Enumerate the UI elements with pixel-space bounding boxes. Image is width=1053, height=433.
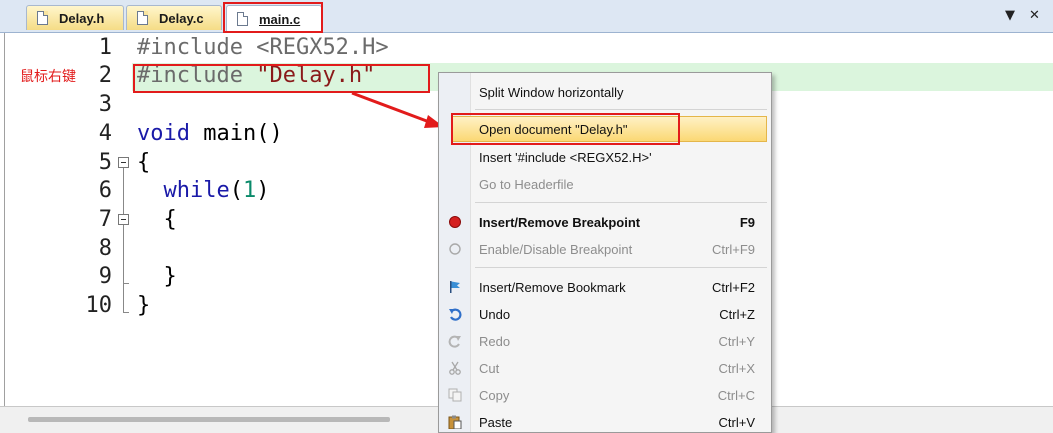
preprocessor-directive: #include [137, 35, 243, 60]
keyword: void [137, 121, 190, 146]
line-number: 6 [98, 178, 112, 203]
line-number: 4 [98, 121, 112, 146]
tab-delay-h[interactable]: Delay.h [26, 5, 124, 30]
open-document-highlight-box [451, 113, 680, 145]
menu-item-paste[interactable]: Paste Ctrl+V [439, 409, 771, 433]
function-signature: main() [189, 121, 283, 146]
menu-item-go-to-headerfile[interactable]: Go to Headerfile [439, 171, 771, 197]
fold-collapse-icon[interactable] [118, 214, 129, 225]
menu-item-shortcut: Ctrl+Z [719, 306, 755, 322]
context-menu: Split Window horizontally Open document … [438, 72, 772, 433]
scrollbar-thumb[interactable] [28, 417, 390, 422]
redo-icon [448, 335, 461, 348]
menu-item-label: Paste [479, 414, 513, 430]
line-number: 10 [85, 293, 113, 318]
paste-icon [448, 415, 462, 429]
number-literal: 1 [242, 178, 257, 203]
line-number: 5 [98, 150, 112, 175]
menu-item-shortcut: Ctrl+Y [718, 333, 755, 349]
undo-icon [449, 308, 462, 321]
include-argument: <REGX52.H> [242, 35, 389, 60]
menu-separator [475, 267, 767, 268]
menu-item-shortcut: Ctrl+F9 [712, 241, 755, 257]
menu-item-label: Insert '#include <REGX52.H>' [479, 149, 652, 165]
menu-item-label: Undo [479, 306, 511, 322]
line-number: 7 [98, 207, 112, 232]
menu-item-shortcut: Ctrl+X [718, 360, 755, 376]
tab-list-dropdown-icon[interactable]: ▼ [1005, 8, 1015, 23]
menu-item-label: Copy [479, 387, 510, 403]
tab-label: Delay.c [159, 10, 204, 26]
main-tab-highlight-box [223, 2, 323, 33]
code-line-10: } [137, 293, 151, 318]
code-line-4: void main() [137, 120, 283, 148]
line-number: 9 [98, 264, 112, 289]
fold-end-marker [123, 312, 129, 313]
code-line-5: { [137, 150, 151, 175]
menu-item-insert-remove-breakpoint[interactable]: Insert/Remove Breakpoint F9 [439, 209, 771, 235]
paren: ) [256, 178, 270, 203]
menu-separator [475, 202, 767, 203]
close-tab-icon[interactable]: ✕ [1029, 8, 1040, 23]
scissors-icon [449, 361, 461, 375]
line-number: 1 [98, 35, 112, 60]
menu-item-cut[interactable]: Cut Ctrl+X [439, 355, 771, 381]
keyword: while [137, 178, 230, 203]
line-number: 2 [98, 63, 112, 88]
menu-item-shortcut: Ctrl+V [718, 414, 755, 430]
menu-item-insert-include[interactable]: Insert '#include <REGX52.H>' [439, 144, 771, 170]
code-line-9: } [137, 264, 177, 289]
fold-end-marker [123, 283, 129, 284]
menu-item-label: Cut [479, 360, 500, 376]
paren: ( [229, 178, 243, 203]
breakpoint-icon [449, 216, 461, 228]
code-line-7: { [137, 207, 177, 232]
line-number: 3 [98, 92, 112, 117]
menu-item-label: Enable/Disable Breakpoint [479, 241, 633, 257]
include-line-highlight-box [133, 64, 430, 93]
menu-item-shortcut: Ctrl+C [717, 387, 755, 403]
menu-item-split-window[interactable]: Split Window horizontally [439, 79, 771, 105]
menu-item-label: Redo [479, 333, 511, 349]
code-line-6: while(1) [137, 177, 269, 205]
fold-collapse-icon[interactable] [118, 157, 129, 168]
menu-item-copy[interactable]: Copy Ctrl+C [439, 382, 771, 408]
menu-item-shortcut: F9 [739, 214, 755, 230]
menu-item-label: Insert/Remove Breakpoint [479, 214, 641, 230]
tab-label: Delay.h [59, 10, 105, 26]
code-line-1: #include <REGX52.H> [137, 34, 389, 62]
fold-guide [123, 225, 124, 312]
fold-guide [123, 168, 124, 214]
menu-item-label: Split Window horizontally [479, 84, 624, 100]
tab-delay-c[interactable]: Delay.c [126, 5, 222, 30]
menu-item-label: Insert/Remove Bookmark [479, 279, 626, 295]
breakpoint-toggle-icon [449, 243, 461, 255]
menu-item-label: Go to Headerfile [479, 176, 574, 192]
document-icon [37, 11, 48, 25]
line-number: 8 [98, 236, 112, 261]
menu-item-insert-remove-bookmark[interactable]: Insert/Remove Bookmark Ctrl+F2 [439, 274, 771, 300]
copy-icon [448, 388, 462, 402]
editor-tab-bar: Delay.h Delay.c main.c ▼ ✕ [0, 0, 1053, 33]
menu-item-enable-disable-breakpoint[interactable]: Enable/Disable Breakpoint Ctrl+F9 [439, 236, 771, 262]
menu-item-redo[interactable]: Redo Ctrl+Y [439, 328, 771, 354]
menu-separator [475, 109, 767, 110]
document-icon [137, 11, 148, 25]
menu-item-shortcut: Ctrl+F2 [712, 279, 755, 295]
menu-item-undo[interactable]: Undo Ctrl+Z [439, 301, 771, 327]
bookmark-flag-icon [450, 281, 460, 293]
